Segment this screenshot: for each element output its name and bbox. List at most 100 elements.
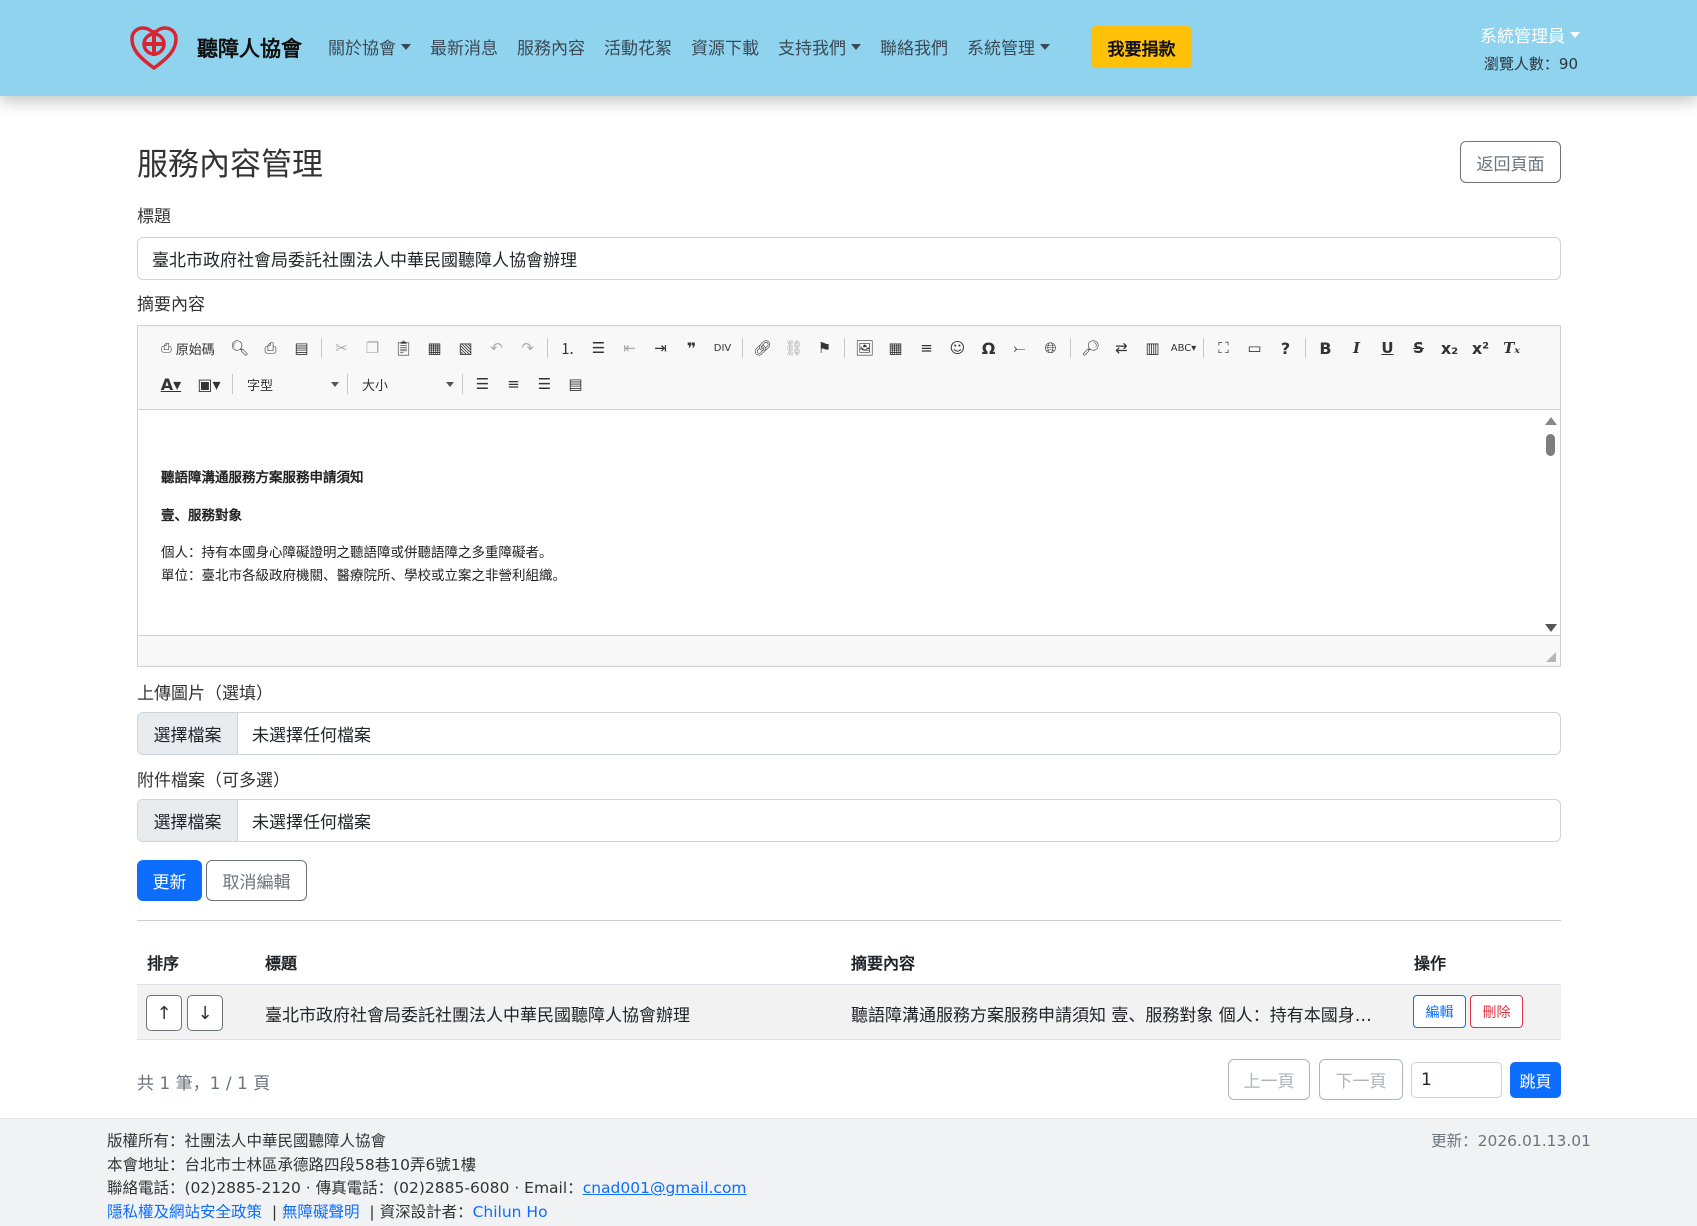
- redo-icon[interactable]: ↷: [512, 334, 543, 362]
- maximize-icon[interactable]: ⛶: [1208, 334, 1239, 362]
- text-color-icon[interactable]: A▾: [152, 370, 190, 398]
- jump-page-button[interactable]: 跳頁: [1510, 1062, 1561, 1098]
- page-number-input[interactable]: 1: [1411, 1062, 1502, 1098]
- doc-line: 單位：臺北市各級政府機關、醫療院所、學校或立案之非營利組織。: [161, 568, 566, 584]
- edit-button[interactable]: 編輯: [1413, 995, 1466, 1028]
- bold-icon[interactable]: B: [1310, 334, 1341, 362]
- move-down-button[interactable]: ↓: [187, 995, 223, 1031]
- print-icon[interactable]: ⎙: [255, 334, 286, 362]
- special-char-icon[interactable]: Ω: [973, 334, 1004, 362]
- size-combo-label: 大小: [362, 378, 389, 394]
- background-color-icon[interactable]: ▣▾: [190, 370, 228, 398]
- unlink-icon[interactable]: ⛓: [778, 334, 809, 362]
- scroll-down-icon[interactable]: [1545, 624, 1557, 632]
- toolbar-separator: [742, 338, 743, 358]
- brand-name[interactable]: 聽障人協會: [197, 33, 302, 63]
- source-code-button[interactable]: ⎙ 原始碼: [152, 334, 224, 362]
- nav-item-about[interactable]: 關於協會: [328, 34, 411, 59]
- admin-user-menu[interactable]: 系統管理員: [1480, 22, 1580, 47]
- horizontal-rule-icon[interactable]: ≡: [911, 334, 942, 362]
- numbered-list-icon[interactable]: ⒈: [552, 334, 583, 362]
- subscript-icon[interactable]: x₂: [1434, 334, 1465, 362]
- footer-email-link[interactable]: cnad001@gmail.com: [583, 1179, 747, 1197]
- next-page-button[interactable]: 下一頁: [1319, 1059, 1403, 1100]
- toolbar-separator: [462, 374, 463, 394]
- blockquote-icon[interactable]: ❞: [676, 334, 707, 362]
- italic-icon[interactable]: I: [1341, 334, 1372, 362]
- strikethrough-icon[interactable]: S: [1403, 334, 1434, 362]
- undo-icon[interactable]: ↶: [481, 334, 512, 362]
- underline-icon[interactable]: U: [1372, 334, 1403, 362]
- toolbar-separator: [844, 338, 845, 358]
- toolbar-separator: [232, 374, 233, 394]
- scroll-thumb[interactable]: [1546, 434, 1555, 456]
- attachment-file-input[interactable]: 選擇檔案 未選擇任何檔案: [137, 799, 1561, 842]
- link-icon[interactable]: 🔗︎: [747, 334, 778, 362]
- accessibility-link[interactable]: 無障礙聲明: [282, 1203, 360, 1221]
- donate-button[interactable]: 我要捐款: [1091, 26, 1192, 68]
- nav-item-gallery[interactable]: 活動花絮: [604, 34, 672, 59]
- update-button[interactable]: 更新: [137, 860, 202, 901]
- spellcheck-icon[interactable]: ABC▾: [1168, 334, 1199, 362]
- bulleted-list-icon[interactable]: ☰: [583, 334, 614, 362]
- privacy-policy-link[interactable]: 隱私權及網站安全政策: [107, 1203, 262, 1221]
- nav-item-news[interactable]: 最新消息: [430, 34, 498, 59]
- page-break-icon[interactable]: ⤚: [1004, 334, 1035, 362]
- anchor-flag-icon[interactable]: ⚑: [809, 334, 840, 362]
- column-header-title: 標題: [265, 954, 298, 973]
- copy-icon[interactable]: ❐: [357, 334, 388, 362]
- font-family-select[interactable]: 字型: [237, 371, 343, 397]
- toolbar-separator: [1070, 338, 1071, 358]
- nav-item-admin[interactable]: 系統管理: [967, 34, 1050, 59]
- preview-icon[interactable]: 🔍︎: [224, 334, 255, 362]
- paste-icon[interactable]: 📋︎: [388, 334, 419, 362]
- align-right-icon[interactable]: ☰: [529, 370, 560, 398]
- title-input[interactable]: 臺北市政府社會局委託社團法人中華民國聽障人協會辦理: [137, 237, 1561, 280]
- image-file-input[interactable]: 選擇檔案 未選擇任何檔案: [137, 712, 1561, 755]
- back-button[interactable]: 返回頁面: [1460, 141, 1561, 183]
- nav-item-contact[interactable]: 聯絡我們: [880, 34, 948, 59]
- select-all-icon[interactable]: ▥: [1137, 334, 1168, 362]
- site-footer: 版權所有：社團法人中華民國聽障人協會 本會地址：台北市士林區承德路四段58巷10…: [0, 1118, 1697, 1226]
- iframe-globe-icon[interactable]: 🌐︎: [1035, 334, 1066, 362]
- delete-button[interactable]: 刪除: [1470, 995, 1523, 1028]
- cancel-edit-button[interactable]: 取消編輯: [206, 860, 307, 901]
- image-icon[interactable]: 🖼︎: [849, 334, 880, 362]
- smiley-icon[interactable]: ☺: [942, 334, 973, 362]
- toolbar-separator: [1203, 338, 1204, 358]
- show-blocks-icon[interactable]: ▭: [1239, 334, 1270, 362]
- cut-icon[interactable]: ✂: [326, 334, 357, 362]
- paste-text-icon[interactable]: ▦: [419, 334, 450, 362]
- nav-item-services[interactable]: 服務內容: [517, 34, 585, 59]
- replace-icon[interactable]: ⇄: [1106, 334, 1137, 362]
- editor-scrollbar[interactable]: [1542, 412, 1558, 634]
- align-center-icon[interactable]: ≡: [498, 370, 529, 398]
- align-justify-icon[interactable]: ▤: [560, 370, 591, 398]
- align-left-icon[interactable]: ☰: [467, 370, 498, 398]
- move-up-button[interactable]: ↑: [146, 995, 182, 1031]
- outdent-icon[interactable]: ⇤: [614, 334, 645, 362]
- indent-icon[interactable]: ⇥: [645, 334, 676, 362]
- image-upload-label: 上傳圖片（選填）: [137, 684, 273, 704]
- designer-link[interactable]: Chilun Ho: [473, 1203, 548, 1221]
- resize-grip-icon[interactable]: [1546, 652, 1556, 662]
- editor-content-area[interactable]: 聽語障溝通服務方案服務申請須知 壹、服務對象 個人：持有本國身心障礙證明之聽語障…: [138, 409, 1560, 636]
- choose-file-button[interactable]: 選擇檔案: [138, 713, 238, 754]
- scroll-up-icon[interactable]: [1545, 417, 1557, 425]
- caret-down-icon: [1570, 31, 1580, 38]
- paste-word-icon[interactable]: ▧: [450, 334, 481, 362]
- template-icon[interactable]: ▤: [286, 334, 317, 362]
- div-container-icon[interactable]: DIV: [707, 334, 738, 362]
- nav-item-support[interactable]: 支持我們: [778, 34, 861, 59]
- font-size-select[interactable]: 大小: [352, 371, 458, 397]
- superscript-icon[interactable]: x²: [1465, 334, 1496, 362]
- nav-item-downloads[interactable]: 資源下載: [691, 34, 759, 59]
- remove-format-icon[interactable]: Tₓ: [1496, 334, 1527, 362]
- table-icon[interactable]: ▦: [880, 334, 911, 362]
- help-icon[interactable]: ?: [1270, 334, 1301, 362]
- find-icon[interactable]: 🔎︎: [1075, 334, 1106, 362]
- choose-file-button[interactable]: 選擇檔案: [138, 800, 238, 841]
- association-logo-icon[interactable]: [130, 26, 178, 70]
- toolbar-separator: [347, 374, 348, 394]
- prev-page-button[interactable]: 上一頁: [1228, 1059, 1310, 1100]
